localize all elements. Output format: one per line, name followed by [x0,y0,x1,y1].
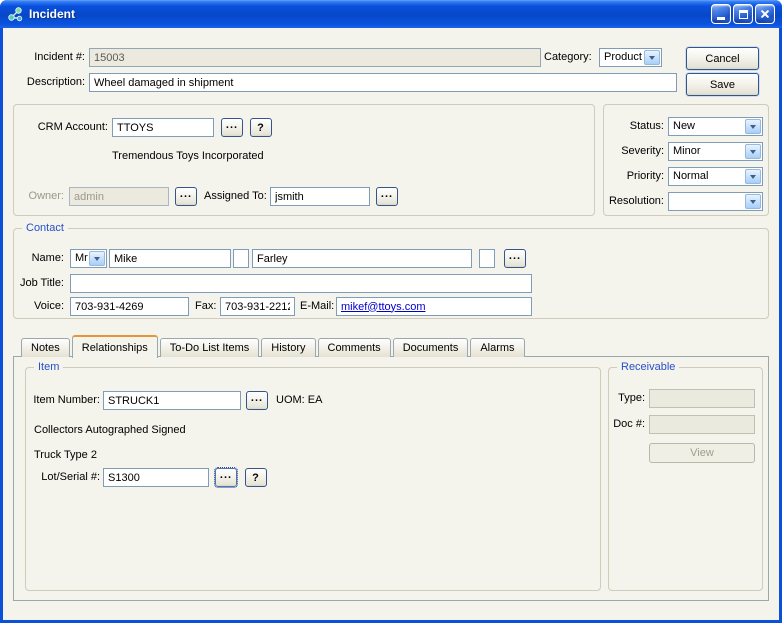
contact-browse-button[interactable]: ... [504,249,526,268]
owner-label: Owner: [22,190,64,203]
item-group-title: Item [34,361,63,374]
resolution-value [669,193,744,210]
description-label: Description: [8,76,85,89]
priority-label: Priority: [604,170,664,183]
incident-window: Incident Incident #: Category: Product C… [0,0,782,623]
assigned-to-field[interactable] [270,187,370,206]
tab-relationships[interactable]: Relationships [72,335,158,358]
job-title-label: Job Title: [14,277,64,290]
status-value: New [669,118,744,135]
app-icon [7,6,24,23]
status-combo[interactable]: New [668,117,763,136]
relationships-tab-panel: Item Item Number: ... UOM: EA Collectors… [13,356,769,601]
status-label: Status: [604,120,664,133]
tab-todo-list-items[interactable]: To-Do List Items [160,338,259,357]
receivable-group: Receivable Type: Doc #: View [608,367,763,591]
owner-field [69,187,169,206]
severity-combo[interactable]: Minor [668,142,763,161]
salutation-value: Mr [71,250,88,267]
email-label: E-Mail: [300,300,334,313]
resolution-label: Resolution: [604,195,664,208]
window-title: Incident [29,7,75,21]
crm-help-button[interactable]: ? [250,118,272,137]
item-browse-button[interactable]: ... [246,391,268,410]
close-icon[interactable] [755,4,775,24]
resolution-combo[interactable] [668,192,763,211]
tab-history[interactable]: History [261,338,315,357]
category-combo[interactable]: Product [599,48,662,67]
item-description-line2: Truck Type 2 [34,449,97,462]
name-label: Name: [14,252,64,265]
middle-initial-field[interactable] [233,249,249,268]
cancel-button[interactable]: Cancel [686,47,759,70]
maximize-icon[interactable] [733,4,753,24]
last-name-field[interactable] [252,249,472,268]
contact-group: Contact Name: Mr ... Job Title: Voice: F… [13,228,769,319]
contact-group-title: Contact [22,222,68,235]
severity-label: Severity: [604,145,664,158]
lot-serial-field[interactable] [103,468,209,487]
item-number-field[interactable] [103,391,241,410]
receivable-doc-label: Doc #: [609,418,645,431]
item-number-label: Item Number: [30,394,100,407]
status-group: Status: New Severity: Minor Priority: No… [603,104,769,216]
receivable-doc-field [649,415,755,434]
suffix-field[interactable] [479,249,495,268]
assigned-to-label: Assigned To: [204,190,267,203]
tab-comments[interactable]: Comments [318,338,391,357]
lot-help-button[interactable]: ? [245,468,267,487]
titlebar[interactable]: Incident [0,0,782,28]
lot-serial-label: Lot/Serial #: [30,471,100,484]
lot-browse-button[interactable]: ... [215,468,237,487]
tab-notes[interactable]: Notes [21,338,70,357]
chevron-down-icon[interactable] [745,169,761,184]
description-field[interactable] [89,73,677,92]
category-value: Product [600,49,643,66]
priority-combo[interactable]: Normal [668,167,763,186]
chevron-down-icon[interactable] [745,194,761,209]
crm-account-field[interactable] [112,118,214,137]
email-field[interactable]: mikef@ttoys.com [336,297,532,316]
severity-value: Minor [669,143,744,160]
chevron-down-icon[interactable] [644,50,660,65]
fax-label: Fax: [195,300,216,313]
category-label: Category: [544,51,592,64]
salutation-combo[interactable]: Mr [70,249,107,268]
owner-browse-button[interactable]: ... [175,187,197,206]
item-description-line1: Collectors Autographed Signed [34,424,186,437]
assigned-browse-button[interactable]: ... [376,187,398,206]
tab-documents[interactable]: Documents [393,338,469,357]
incident-number-label: Incident #: [8,51,85,64]
chevron-down-icon[interactable] [745,144,761,159]
crm-browse-button[interactable]: ... [221,118,243,137]
chevron-down-icon[interactable] [745,119,761,134]
window-body: Incident #: Category: Product Cancel Des… [3,28,779,620]
account-name-text: Tremendous Toys Incorporated [112,150,264,163]
uom-text: UOM: EA [276,394,322,407]
fax-field[interactable] [220,297,295,316]
tab-bar: Notes Relationships To-Do List Items His… [21,335,527,357]
voice-label: Voice: [14,300,64,313]
email-link[interactable]: mikef@ttoys.com [341,301,426,313]
view-button: View [649,443,755,463]
receivable-type-label: Type: [609,392,645,405]
save-button[interactable]: Save [686,73,759,96]
window-controls [709,4,775,24]
crm-account-label: CRM Account: [22,121,108,134]
account-group: CRM Account: ... ? Tremendous Toys Incor… [13,104,595,216]
incident-number-field [89,48,541,67]
voice-field[interactable] [70,297,189,316]
tab-alarms[interactable]: Alarms [470,338,524,357]
priority-value: Normal [669,168,744,185]
minimize-icon[interactable] [711,4,731,24]
job-title-field[interactable] [70,274,532,293]
first-name-field[interactable] [109,249,231,268]
item-group: Item Item Number: ... UOM: EA Collectors… [25,367,601,591]
chevron-down-icon[interactable] [89,251,105,266]
receivable-type-field [649,389,755,408]
receivable-group-title: Receivable [617,361,679,374]
